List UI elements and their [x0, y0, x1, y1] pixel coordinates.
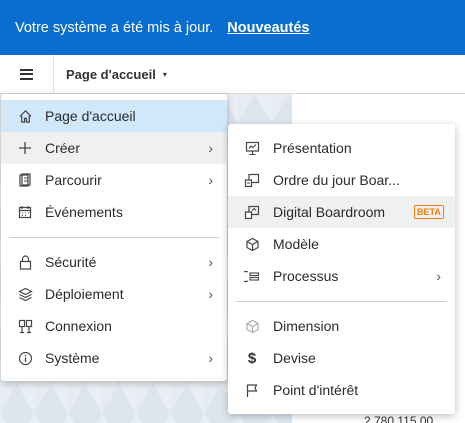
lock-icon — [17, 254, 33, 270]
submenu-item-agenda[interactable]: Ordre du jour Boar... — [228, 164, 455, 196]
submenu-label: Modèle — [273, 236, 319, 252]
chevron-right-icon: › — [208, 286, 213, 302]
browse-icon — [17, 172, 33, 188]
chevron-right-icon: › — [208, 172, 213, 188]
main-menu-label: Déploiement — [45, 286, 124, 302]
submenu-item-digital-boardroom[interactable]: Digital Boardroom BETA — [228, 196, 455, 228]
plus-icon — [17, 140, 33, 156]
presentation-icon — [244, 140, 260, 156]
main-menu-item-connection[interactable]: Connexion — [1, 310, 227, 342]
hamburger-icon — [20, 68, 33, 80]
submenu-label: Point d'intérêt — [273, 382, 359, 398]
deployment-icon — [17, 286, 33, 302]
background-value: 2 780 115,00 — [364, 414, 434, 423]
flag-icon — [244, 382, 260, 398]
main-menu-label: Connexion — [45, 318, 112, 334]
menu-divider — [236, 301, 447, 302]
chevron-right-icon: › — [436, 268, 441, 284]
agenda-icon — [244, 172, 260, 188]
main-menu-item-security[interactable]: Sécurité › — [1, 246, 227, 278]
main-menu-label: Événements — [45, 204, 123, 220]
main-menu-label: Page d'accueil — [45, 108, 136, 124]
currency-icon: $ — [247, 349, 257, 367]
update-banner: Votre système a été mis à jour. Nouveaut… — [0, 0, 465, 55]
page-selector-label: Page d'accueil — [66, 66, 156, 82]
info-icon — [17, 350, 33, 366]
beta-badge: BETA — [414, 205, 444, 219]
submenu-label: Ordre du jour Boar... — [273, 172, 400, 188]
create-submenu: Présentation Ordre du jour Boar... Digit… — [228, 124, 455, 414]
chevron-right-icon: › — [208, 140, 213, 156]
cube-icon — [244, 236, 260, 252]
submenu-item-point-of-interest[interactable]: Point d'intérêt — [228, 374, 455, 406]
caret-down-icon: ▾ — [162, 69, 167, 79]
submenu-label: Devise — [273, 350, 316, 366]
submenu-item-presentation[interactable]: Présentation — [228, 132, 455, 164]
connection-icon — [17, 318, 33, 334]
main-menu-item-home[interactable]: Page d'accueil — [1, 100, 227, 132]
main-menu: Page d'accueil Créer › Parcourir › Événe… — [1, 94, 227, 381]
submenu-label: Digital Boardroom — [273, 204, 386, 220]
submenu-item-model[interactable]: Modèle — [228, 228, 455, 260]
home-icon — [17, 108, 33, 124]
dimension-icon — [244, 318, 260, 334]
main-menu-item-create[interactable]: Créer › — [1, 132, 227, 164]
submenu-item-currency[interactable]: $ Devise — [228, 342, 455, 374]
submenu-item-process[interactable]: Processus › — [228, 260, 455, 292]
calendar-icon — [17, 204, 33, 220]
banner-message: Votre système a été mis à jour. — [15, 19, 214, 36]
page-selector[interactable]: Page d'accueil ▾ — [66, 67, 167, 82]
main-menu-item-system[interactable]: Système › — [1, 342, 227, 374]
main-menu-label: Créer — [45, 140, 81, 156]
chevron-right-icon: › — [208, 350, 213, 366]
whats-new-link[interactable]: Nouveautés — [227, 20, 309, 36]
chevron-right-icon: › — [208, 254, 213, 270]
submenu-item-dimension[interactable]: Dimension — [228, 310, 455, 342]
main-menu-item-deployment[interactable]: Déploiement › — [1, 278, 227, 310]
shell-toolbar: Page d'accueil ▾ — [0, 54, 465, 94]
main-menu-label: Parcourir — [45, 172, 102, 188]
menu-divider — [9, 237, 219, 238]
main-menu-label: Système — [45, 350, 100, 366]
menu-button[interactable] — [0, 54, 54, 94]
submenu-label: Processus — [273, 268, 339, 284]
main-menu-label: Sécurité — [45, 254, 97, 270]
boardroom-icon — [244, 204, 260, 220]
main-menu-item-events[interactable]: Événements — [1, 196, 227, 228]
submenu-label: Présentation — [273, 140, 352, 156]
submenu-label: Dimension — [273, 318, 340, 334]
process-icon — [244, 268, 260, 284]
main-menu-item-browse[interactable]: Parcourir › — [1, 164, 227, 196]
